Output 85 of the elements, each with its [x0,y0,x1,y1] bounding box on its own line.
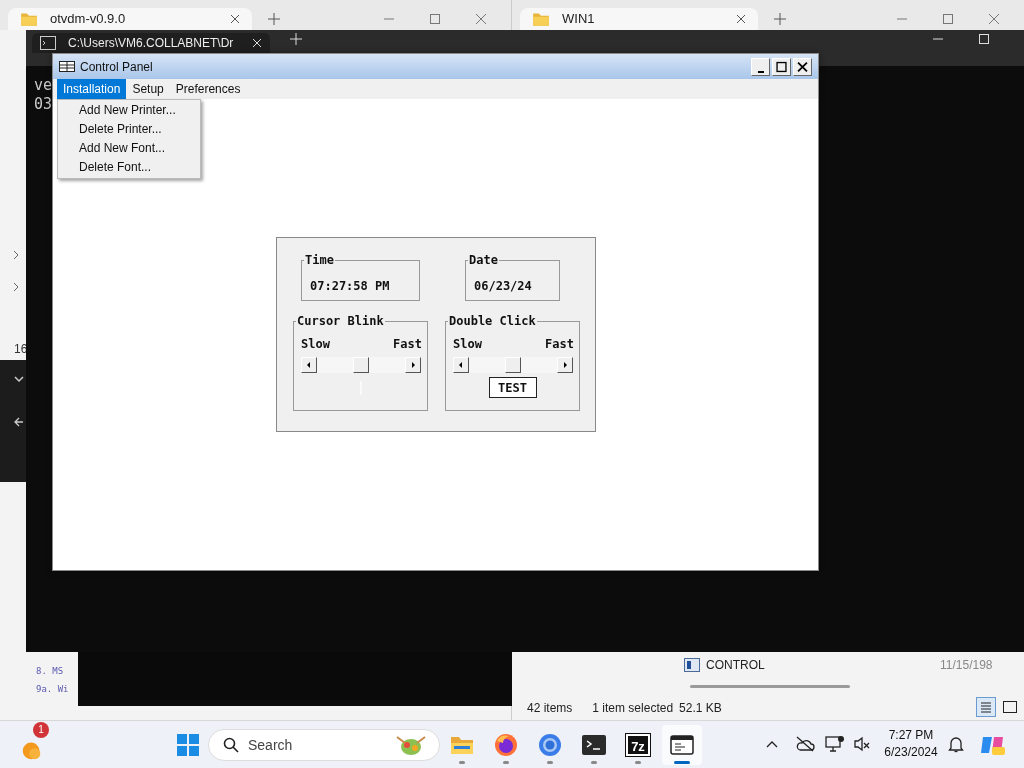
terminal-tab[interactable]: C:\Users\VM6.COLLABNET\Dr [32,33,270,53]
scroll-right-button[interactable] [405,357,421,373]
chevron-down-icon[interactable] [14,376,24,384]
search-placeholder: Search [248,735,294,755]
close-icon[interactable] [230,14,240,24]
volume-muted-icon[interactable] [853,736,871,752]
chevron-right-icon[interactable] [12,282,20,292]
maximize-button[interactable] [772,57,791,76]
clock-date: 6/23/2024 [884,744,938,761]
item-count: 42 items [527,700,573,717]
slider-thumb[interactable] [353,357,369,373]
fast-label: Fast [545,336,574,352]
menu-option[interactable]: Delete Printer... [58,120,200,139]
windows-start-icon[interactable] [176,733,200,757]
scroll-left-button[interactable] [301,357,317,373]
notification-badge: 1 [33,722,49,738]
close-button[interactable] [793,57,812,76]
time-value: 07:27:58 PM [310,279,390,293]
slider-track[interactable] [301,357,421,373]
selection-info: 1 item selected [592,700,674,717]
tab-label: C:\Users\VM6.COLLABNET\Dr [68,35,235,52]
test-button[interactable]: TEST [488,377,537,398]
chevron-up-icon[interactable] [766,740,778,748]
file-name: CONTROL [706,657,766,674]
folder-icon [20,10,38,28]
menu-option[interactable]: Delete Font... [58,158,200,177]
browser-tab[interactable]: WIN1 [520,8,758,30]
tiles-view-icon[interactable] [1002,700,1018,714]
minimize-button[interactable] [751,57,770,76]
tab-label: WIN1 [562,10,596,29]
browser-icon [538,733,562,757]
fast-label: Fast [393,336,422,352]
folder-icon [450,734,474,756]
running-indicator [635,761,641,764]
taskbar-app[interactable]: 7z [618,725,658,765]
folder-icon [532,10,550,28]
running-indicator [547,761,553,764]
scroll-left-button[interactable] [453,357,469,373]
console-icon [40,36,56,50]
file-row[interactable]: CONTROL 11/15/198 [684,655,1024,675]
app-logo: 7z [626,734,650,756]
taskbar-app[interactable] [662,725,702,765]
slow-label: Slow [453,336,482,352]
plus-icon[interactable] [268,13,280,25]
terminal-text: 03 [34,95,53,114]
terminal-text: ve [34,76,53,95]
scroll-right-button[interactable] [557,357,573,373]
list-text: 8. MS [36,665,65,677]
back-arrow-icon[interactable] [14,417,24,427]
menu-option[interactable]: Add New Font... [58,139,200,158]
slow-label: Slow [301,336,330,352]
slider-track[interactable] [453,357,573,373]
minimize-icon [758,70,764,73]
file-icon [684,658,700,672]
window-title: Control Panel [80,58,153,76]
network-icon[interactable] [825,735,845,753]
file-size: 52.1 KB [679,700,722,717]
plus-icon[interactable] [774,13,786,25]
running-indicator [591,761,597,764]
menu-item[interactable]: Preferences [169,79,247,99]
bell-icon[interactable] [948,736,964,753]
window-icon [670,735,694,755]
browser-tab[interactable]: otvdm-v0.9.0 [8,8,252,30]
menu-item[interactable]: Setup [126,79,170,99]
menu-option[interactable]: Add New Printer... [58,101,200,120]
running-indicator [503,761,509,764]
details-view-icon[interactable] [976,697,996,717]
chevron-right-icon[interactable] [12,250,20,260]
scrollbar[interactable] [690,685,850,688]
search-icon [223,737,239,753]
menu-item[interactable]: Installation [57,79,127,99]
search-field[interactable]: Search [208,729,440,761]
terminal-icon [582,735,606,755]
clock-time: 7:27 PM [888,727,934,744]
tab-label: otvdm-v0.9.0 [50,10,127,29]
cloud-off-icon[interactable] [795,736,815,752]
running-indicator [459,761,465,764]
app-icon [59,61,75,72]
slider-thumb[interactable] [505,357,521,373]
date-value: 06/23/24 [474,279,532,293]
file-date: 11/15/198 [940,657,993,674]
browser-icon [494,733,518,757]
list-text: 9a. Wi [36,683,69,695]
running-indicator [674,761,690,764]
close-icon[interactable] [736,14,746,24]
